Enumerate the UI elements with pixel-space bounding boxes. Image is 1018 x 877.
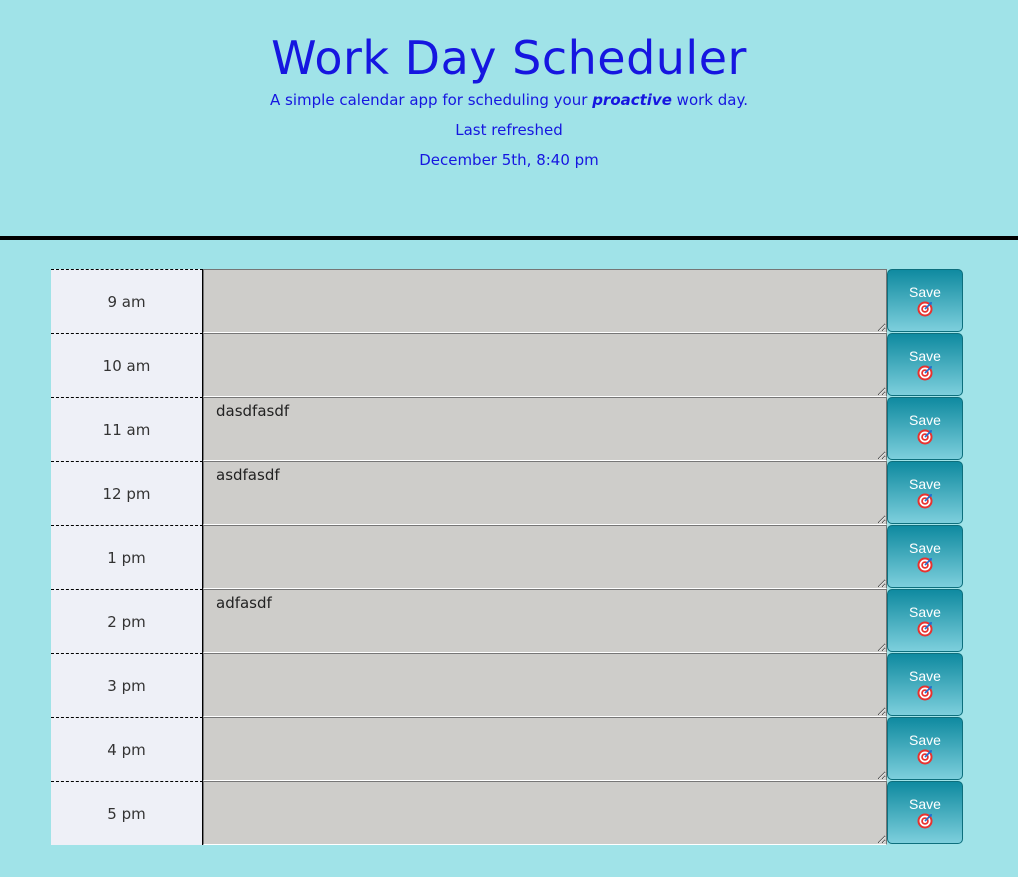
hour-label: 9 am — [51, 269, 203, 333]
task-textarea[interactable] — [203, 397, 887, 461]
task-textarea[interactable] — [203, 525, 887, 589]
lead-text-end: work day. — [671, 91, 748, 109]
save-button[interactable]: Save — [887, 653, 963, 716]
save-button-label: Save — [909, 411, 941, 428]
save-button[interactable]: Save — [887, 333, 963, 396]
task-textarea[interactable] — [203, 653, 887, 717]
lead-emphasis: proactive — [592, 91, 672, 109]
hour-label: 5 pm — [51, 781, 203, 845]
hour-label: 12 pm — [51, 461, 203, 525]
schedule: 9 am Save 10 am Save 11 am dasdfasdf Sav… — [51, 269, 963, 845]
target-icon — [917, 749, 933, 764]
page-title: Work Day Scheduler — [271, 31, 747, 85]
header: Work Day Scheduler A simple calendar app… — [0, 0, 1018, 240]
target-icon — [917, 365, 933, 380]
task-textarea[interactable] — [203, 269, 887, 333]
task-textarea[interactable] — [203, 333, 887, 397]
time-block-row: 4 pm Save — [51, 717, 963, 781]
time-block-row: 2 pm Save — [51, 589, 963, 653]
save-button-label: Save — [909, 347, 941, 364]
hour-label: 10 am — [51, 333, 203, 397]
target-icon — [917, 557, 933, 572]
time-block-row: 3 pm Save — [51, 653, 963, 717]
save-button[interactable]: Save — [887, 397, 963, 460]
task-textarea[interactable] — [203, 589, 887, 653]
hour-label: 2 pm — [51, 589, 203, 653]
task-textarea[interactable] — [203, 781, 887, 845]
target-icon — [917, 621, 933, 636]
hour-label: 3 pm — [51, 653, 203, 717]
target-icon — [917, 685, 933, 700]
refresh-label: Last refreshed — [455, 121, 563, 139]
time-block-row: 9 am Save — [51, 269, 963, 333]
target-icon — [917, 813, 933, 828]
save-button-label: Save — [909, 603, 941, 620]
save-button[interactable]: Save — [887, 269, 963, 332]
save-button-label: Save — [909, 667, 941, 684]
time-block-row: 1 pm Save — [51, 525, 963, 589]
save-button[interactable]: Save — [887, 781, 963, 844]
hour-label: 4 pm — [51, 717, 203, 781]
time-block-row: 5 pm Save — [51, 781, 963, 845]
task-textarea[interactable] — [203, 717, 887, 781]
save-button-label: Save — [909, 731, 941, 748]
save-button[interactable]: Save — [887, 461, 963, 524]
time-block-row: 11 am Save — [51, 397, 963, 461]
time-block-row: 12 pm Save — [51, 461, 963, 525]
save-button-label: Save — [909, 539, 941, 556]
target-icon — [917, 429, 933, 444]
save-button[interactable]: Save — [887, 589, 963, 652]
save-button-label: Save — [909, 795, 941, 812]
hour-label: 1 pm — [51, 525, 203, 589]
refresh-date: December 5th, 8:40 pm — [419, 151, 599, 169]
lead-text: A simple calendar app for scheduling you… — [0, 93, 1018, 108]
task-textarea[interactable] — [203, 461, 887, 525]
save-button-label: Save — [909, 475, 941, 492]
save-button[interactable]: Save — [887, 717, 963, 780]
target-icon — [917, 493, 933, 508]
save-button-label: Save — [909, 283, 941, 300]
save-button[interactable]: Save — [887, 525, 963, 588]
time-block-row: 10 am Save — [51, 333, 963, 397]
lead-text-start: A simple calendar app for scheduling you… — [270, 91, 593, 109]
target-icon — [917, 301, 933, 316]
hour-label: 11 am — [51, 397, 203, 461]
